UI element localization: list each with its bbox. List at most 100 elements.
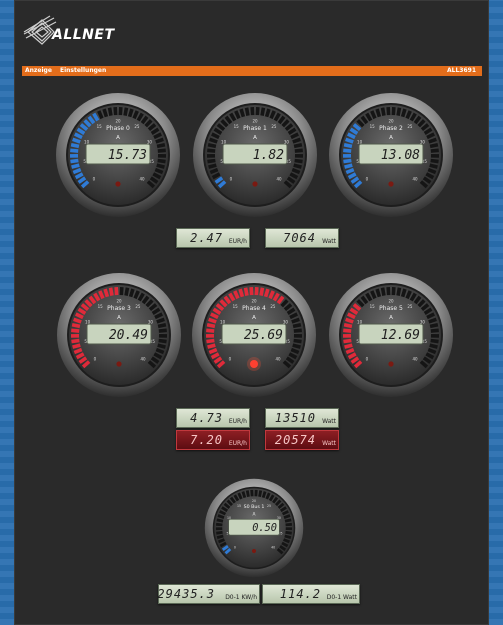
readout-value: 20574 <box>274 433 316 447</box>
gauge-segment <box>375 108 382 118</box>
gauge-segment <box>345 137 354 144</box>
gauge-segment <box>208 163 217 169</box>
gauge-segment <box>400 288 407 298</box>
gauge-segment <box>158 328 167 333</box>
gauge-segment <box>292 343 301 349</box>
gauge-unit: A <box>389 135 393 141</box>
scale-label: 25 <box>271 124 277 129</box>
gauge-segment <box>430 158 439 164</box>
gauge-segment <box>260 107 266 116</box>
readout-value: 2.47 <box>190 231 223 245</box>
gauge-segment <box>345 317 354 324</box>
scale-label: 40 <box>276 177 282 182</box>
gauge-phase-0: 0 5 10 15 20 25 30 35 40 Phase 0 A 15.73 <box>55 92 181 218</box>
gauge-segment <box>344 163 353 169</box>
gauge-label: Phase 2 <box>379 125 403 132</box>
scale-label: 20 <box>251 299 257 304</box>
scale-label: 25 <box>270 304 276 309</box>
readout-cost-total: 7.20 EUR/h <box>176 430 250 450</box>
gauge-unit: A <box>117 315 121 321</box>
readout-value: 114.2 <box>279 587 321 601</box>
scale-label: 25 <box>134 124 140 129</box>
gauge-segment <box>429 343 438 349</box>
gauge-unit: A <box>389 315 393 321</box>
readout-value: 7064 <box>283 231 316 245</box>
gauge-value: 20.49 <box>109 328 148 343</box>
gauge-value: 13.08 <box>381 148 420 163</box>
gauge-segment <box>292 137 301 144</box>
scale-label: 40 <box>140 357 146 362</box>
gauge-segment <box>428 317 437 324</box>
gauge-phase-1: 0 5 10 15 20 25 30 35 40 Phase 1 A 1.82 <box>192 92 318 218</box>
readout-value: 4.73 <box>190 411 223 425</box>
gauge-segment <box>216 534 224 540</box>
gauge-segment <box>343 322 353 329</box>
gauge-led <box>116 361 122 367</box>
gauge-led <box>251 548 257 554</box>
gauge-segment <box>206 322 216 329</box>
gauge-led <box>252 181 258 187</box>
gauge-segment <box>156 142 166 149</box>
gauge-segment <box>71 322 81 329</box>
readout-unit: EUR/h <box>228 238 247 245</box>
device-name: ALL3691 <box>447 67 476 74</box>
gauge-segment <box>71 163 80 169</box>
scale-label: 40 <box>271 545 275 549</box>
gauge-segment <box>244 107 250 116</box>
readout-unit: EUR/h <box>228 440 247 447</box>
scale-label: 20 <box>252 499 256 503</box>
scale-label: 40 <box>412 357 418 362</box>
gauge-label: S0 Bus 1 <box>244 504 265 510</box>
gauge-segment <box>343 142 353 149</box>
gauge-segment <box>283 514 291 519</box>
gauge-value: 1.82 <box>253 148 284 163</box>
readout-cost-1: 2.47 EUR/h <box>176 228 250 248</box>
scale-label: 15 <box>97 124 103 129</box>
gauge-segment <box>103 288 110 298</box>
scale-label: 20 <box>116 299 122 304</box>
gauge-label: Phase 0 <box>106 125 130 132</box>
gauge-unit: A <box>253 135 257 141</box>
gauge-segment <box>70 142 80 149</box>
gauge-segment <box>108 287 114 296</box>
gauge-segment <box>208 317 217 324</box>
menu-item-anzeige[interactable]: Anzeige <box>25 67 52 74</box>
readout-power-s0: 114.2 D0-1 Watt <box>262 584 360 604</box>
gauge-segment <box>73 317 82 324</box>
gauge-segment <box>429 322 439 329</box>
gauge-led <box>115 181 121 187</box>
gauge-segment <box>284 518 292 523</box>
gauge-segment <box>206 338 215 344</box>
gauge-segment <box>70 148 79 153</box>
gauge-segment <box>430 338 439 344</box>
scale-label: 15 <box>98 304 104 309</box>
gauge-label: Phase 5 <box>379 305 403 312</box>
readout-power-2: 13510 Watt <box>265 408 339 428</box>
gauge-segment <box>215 522 223 527</box>
scale-label: 25 <box>407 124 413 129</box>
gauge-segment <box>293 142 303 149</box>
gauge-segment <box>400 108 407 118</box>
gauge-segment <box>245 490 250 497</box>
gauge-phase-5: 0 5 10 15 20 25 30 35 40 Phase 5 A 12.69 <box>328 272 454 398</box>
readout-unit: Watt <box>322 238 336 245</box>
gauge-segment <box>216 530 223 535</box>
gauge-segment <box>343 148 352 153</box>
gauge-segment <box>207 343 216 349</box>
gauge-label: Phase 3 <box>107 305 131 312</box>
gauge-segment <box>259 287 265 296</box>
gauge-segment <box>285 530 292 535</box>
gauge-segment <box>241 491 247 499</box>
readout-cost-2: 4.73 EUR/h <box>176 408 250 428</box>
readout-unit: Watt <box>322 440 336 447</box>
scale-label: 15 <box>233 304 239 309</box>
gauge-segment <box>72 343 81 349</box>
gauge-segment <box>128 288 135 298</box>
gauge-phase-2: 0 5 10 15 20 25 30 35 40 Phase 2 A 13.08 <box>328 92 454 218</box>
gauge-segment <box>429 163 438 169</box>
gauge-segment <box>293 338 302 344</box>
gauge-segment <box>155 137 164 144</box>
menu-item-einstellungen[interactable]: Einstellungen <box>60 67 106 74</box>
gauge-segment <box>294 158 303 164</box>
gauge-segment <box>157 343 166 349</box>
